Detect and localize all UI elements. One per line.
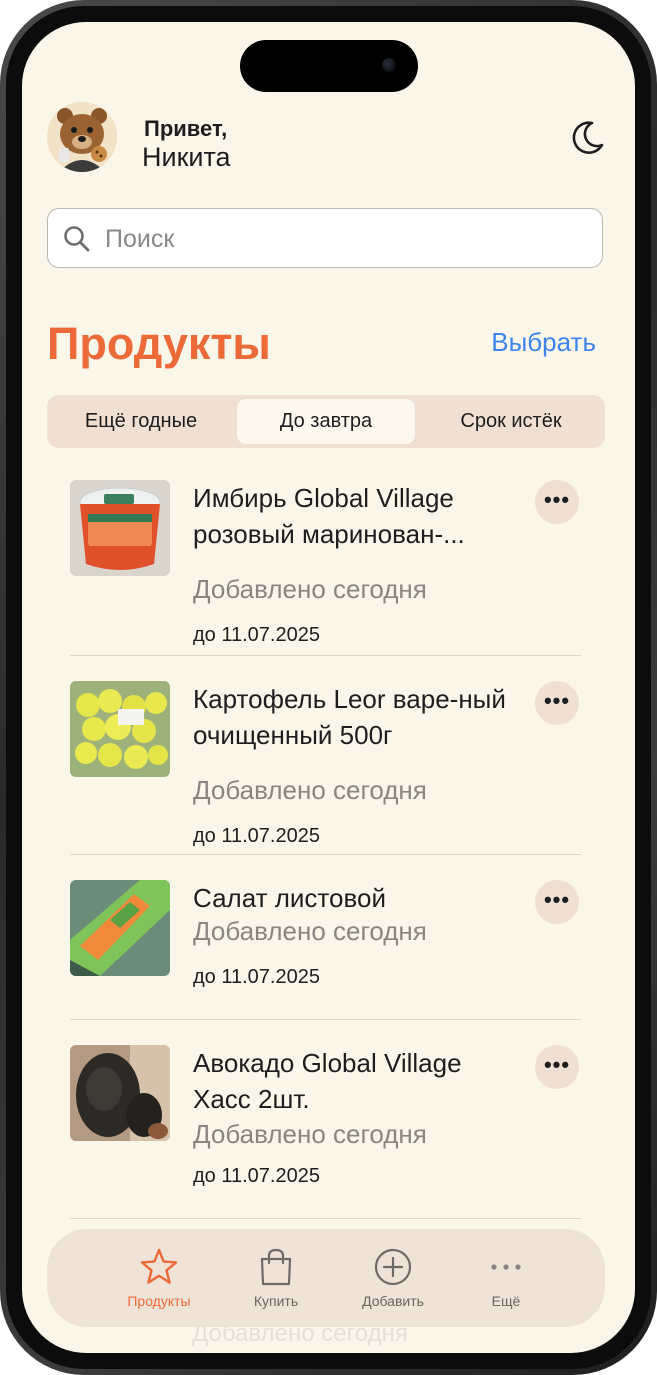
product-name: Имбирь Global Village розовый маринован-… <box>193 483 465 549</box>
tab-label: Ещё <box>491 1293 521 1309</box>
tab-bar: Продукты Купить Добавить Ещё <box>47 1229 605 1327</box>
ellipsis-icon <box>491 1264 521 1270</box>
list-item[interactable]: Салат листовой Добавлено сегодня до 11.0… <box>70 880 582 1000</box>
product-name: Картофель Leor варе-ный очищенный 500г <box>193 684 506 750</box>
page-title: Продукты <box>47 318 271 369</box>
more-button[interactable]: ••• <box>535 1045 579 1089</box>
more-button[interactable]: ••• <box>535 681 579 725</box>
list-item[interactable]: Авокадо Global Village Хасс 2шт. Добавле… <box>70 1045 582 1195</box>
tab-products[interactable]: Продукты <box>99 1229 219 1327</box>
bear-avatar-icon <box>47 102 117 172</box>
more-button[interactable]: ••• <box>535 480 579 524</box>
tab-label: Добавить <box>362 1293 424 1309</box>
segment-until-tomorrow[interactable]: До завтра <box>237 399 415 444</box>
dynamic-island <box>240 40 418 92</box>
filter-segmented-control: Ещё годные До завтра Срок истёк <box>47 395 605 448</box>
ginger-jar-image <box>70 480 170 576</box>
tab-label: Купить <box>253 1293 299 1309</box>
bag-icon <box>260 1248 292 1286</box>
product-added: Добавлено сегодня <box>193 1119 427 1149</box>
divider <box>70 1218 581 1219</box>
segment-still-good[interactable]: Ещё годные <box>53 399 229 444</box>
tab-label: Продукты <box>127 1293 191 1309</box>
product-added: Добавлено сегодня <box>193 916 427 946</box>
greeting-text: Привет, <box>144 116 228 141</box>
product-name: Салат листовой <box>193 883 386 913</box>
moon-icon[interactable] <box>566 118 606 158</box>
product-added: Добавлено сегодня <box>193 775 427 805</box>
tab-add[interactable]: Добавить <box>333 1229 453 1327</box>
app-screen: Привет, Никита Продукты Выбрать Ещё годн… <box>22 22 635 1353</box>
plus-circle-icon <box>374 1248 412 1286</box>
avocado-image <box>70 1045 170 1141</box>
product-added: Добавлено сегодня <box>193 574 427 604</box>
divider <box>70 854 581 855</box>
product-expiry: до 11.07.2025 <box>193 825 320 847</box>
list-item[interactable]: Имбирь Global Village розовый маринован-… <box>70 480 582 646</box>
select-button[interactable]: Выбрать <box>491 327 596 358</box>
search-input[interactable] <box>103 219 587 259</box>
list-item[interactable]: Картофель Leor варе-ный очищенный 500г Д… <box>70 681 582 847</box>
divider <box>70 1019 581 1020</box>
search-icon <box>64 226 90 252</box>
product-image <box>70 681 170 777</box>
tab-more[interactable]: Ещё <box>446 1229 566 1327</box>
product-expiry: до 11.07.2025 <box>193 966 320 988</box>
star-icon <box>140 1248 178 1284</box>
product-image <box>70 1045 170 1141</box>
product-name: Авокадо Global Village Хасс 2шт. <box>193 1048 462 1114</box>
user-name: Никита <box>142 142 231 172</box>
divider <box>70 655 581 656</box>
product-image <box>70 880 170 976</box>
product-expiry: до 11.07.2025 <box>193 624 320 646</box>
product-expiry: до 11.07.2025 <box>193 1165 320 1187</box>
tab-buy[interactable]: Купить <box>216 1229 336 1327</box>
potato-bag-image <box>70 681 170 777</box>
avatar[interactable] <box>47 102 117 172</box>
product-image <box>70 480 170 576</box>
more-button[interactable]: ••• <box>535 880 579 924</box>
lettuce-pack-image <box>70 880 170 976</box>
camera-icon <box>382 58 396 72</box>
search-bar[interactable] <box>47 208 603 268</box>
segment-expired[interactable]: Срок истёк <box>423 399 599 444</box>
